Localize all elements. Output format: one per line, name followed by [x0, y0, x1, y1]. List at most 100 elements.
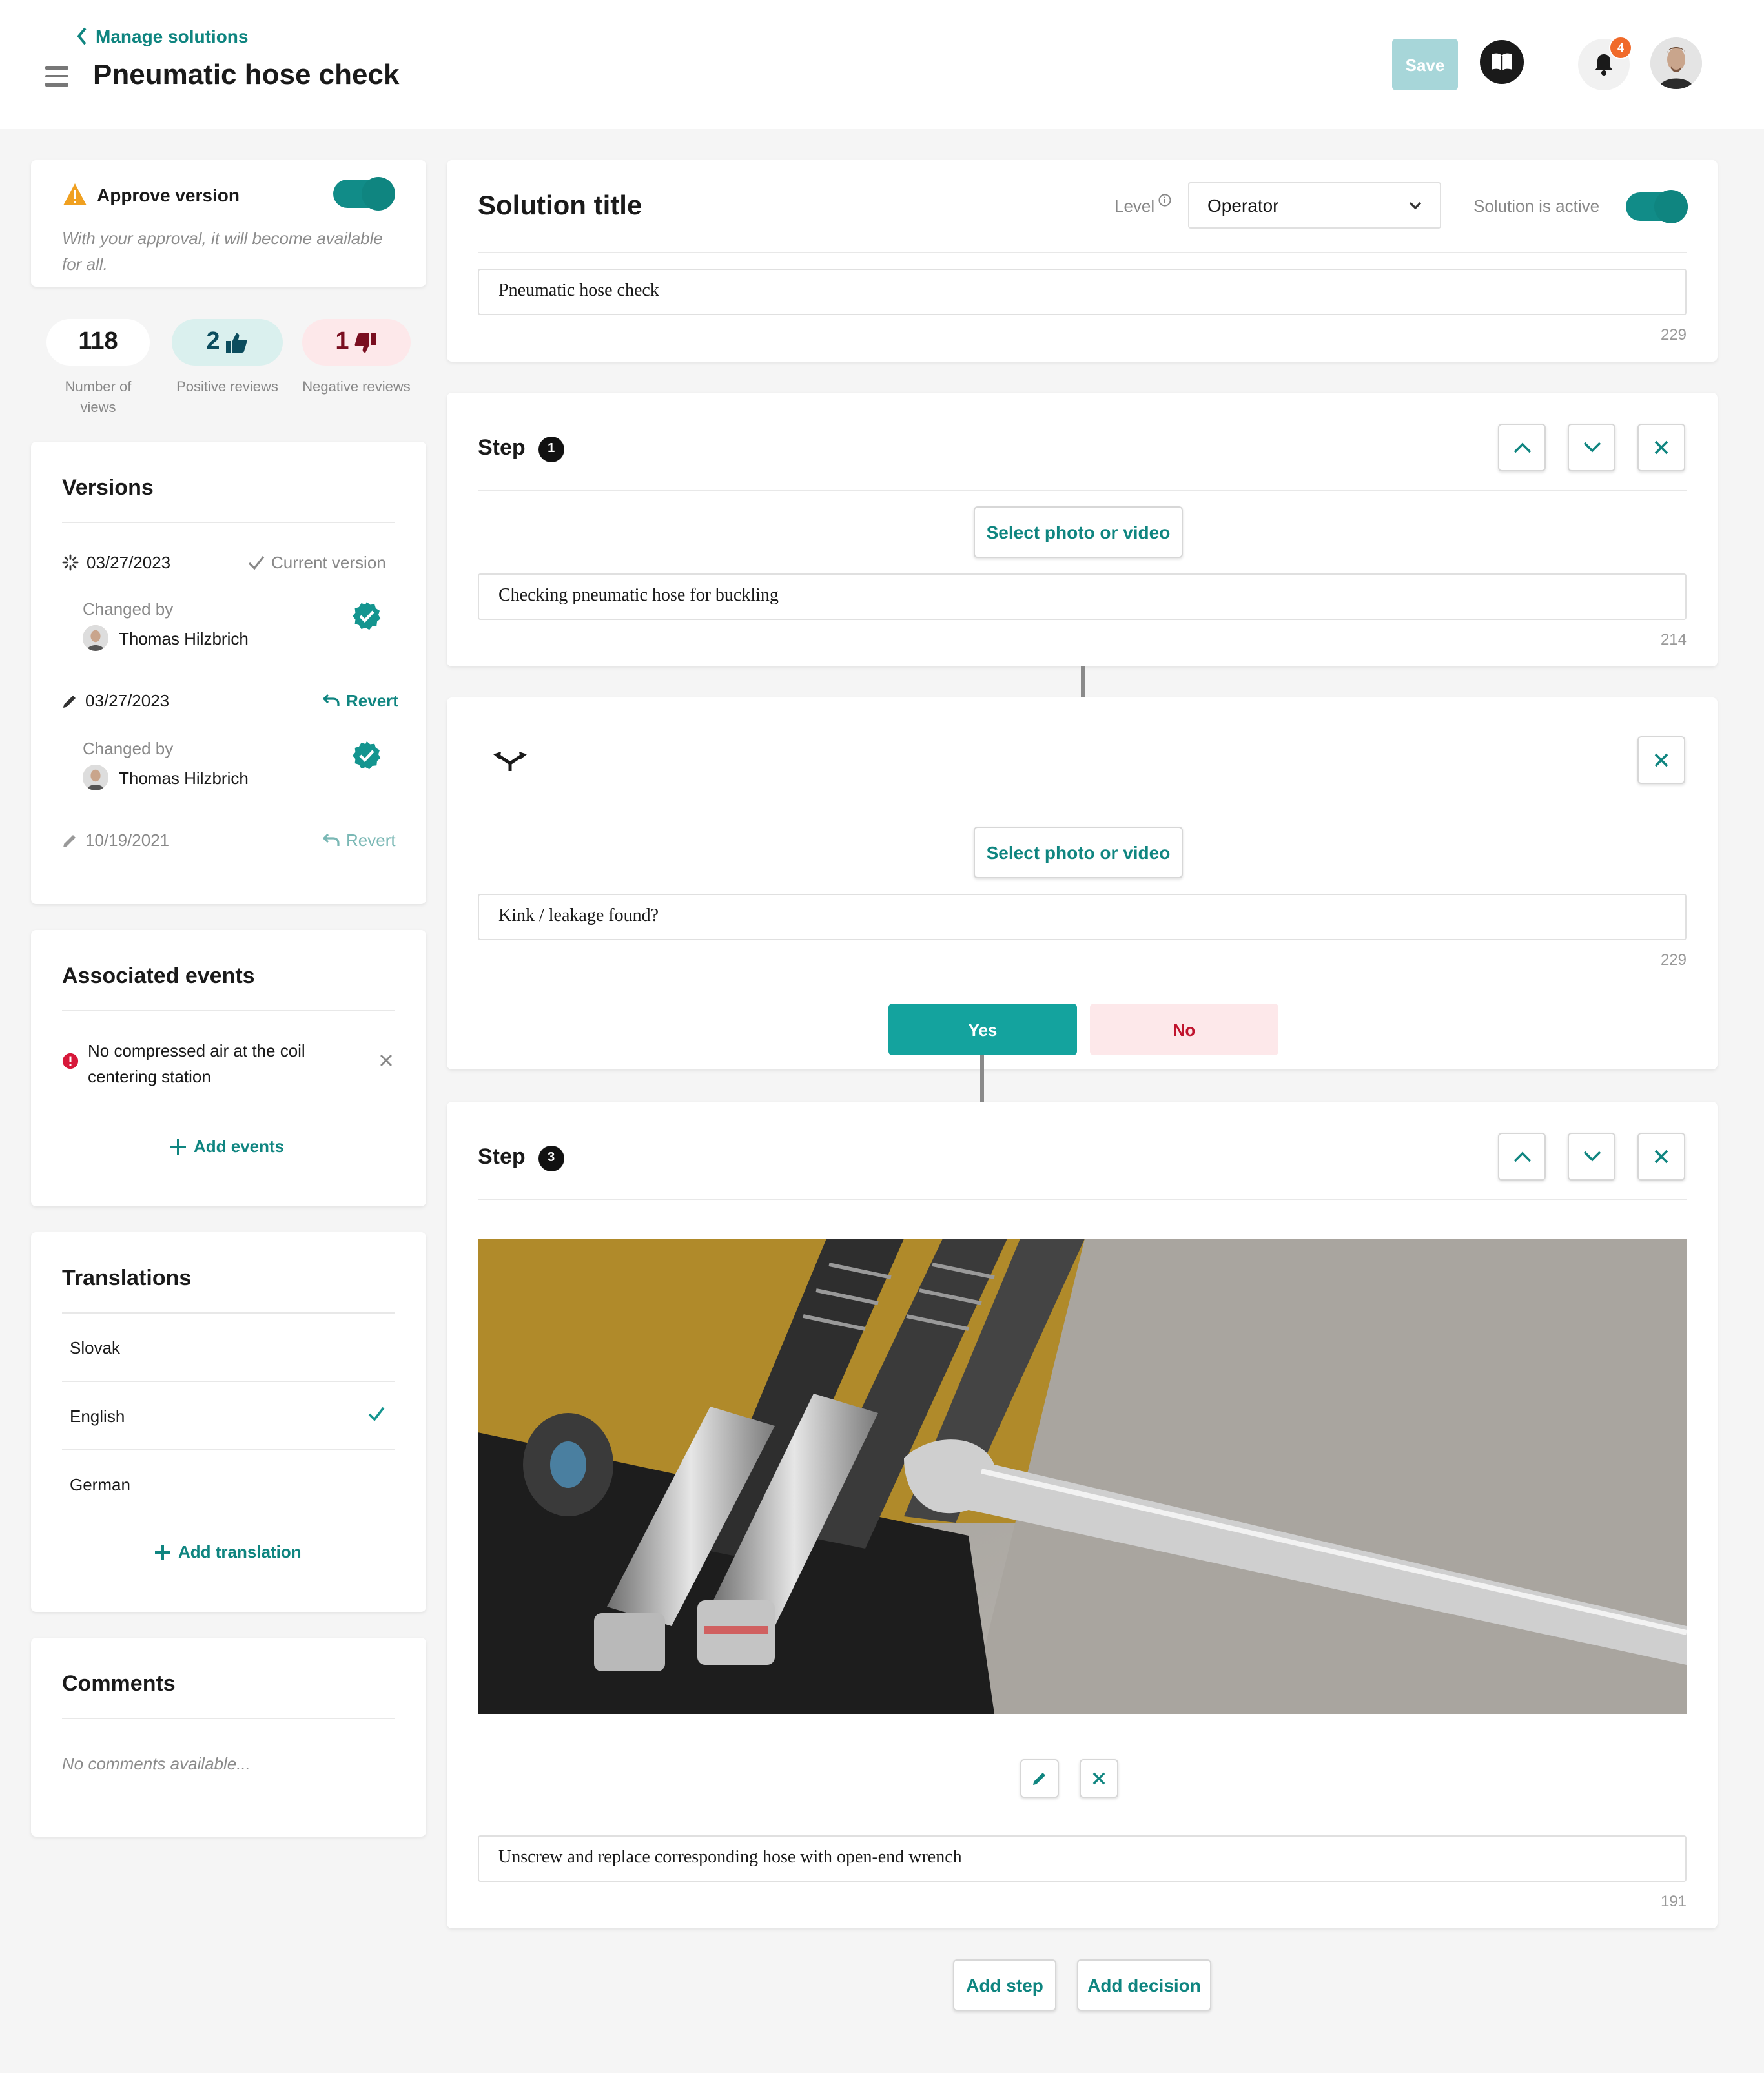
revert-button[interactable]: Revert — [323, 830, 396, 850]
comments-empty: No comments available... — [62, 1754, 251, 1773]
thumbs-down-icon — [355, 333, 376, 352]
translation-item-slovak[interactable]: Slovak — [70, 1338, 120, 1357]
verified-badge-icon — [353, 741, 381, 770]
current-version-label: Current version — [248, 553, 386, 572]
decision-text-input[interactable]: Kink / leakage found? — [478, 894, 1687, 940]
delete-decision-button[interactable] — [1637, 736, 1685, 784]
remove-photo-button[interactable] — [1080, 1759, 1118, 1798]
move-down-button[interactable] — [1568, 424, 1615, 471]
menu-icon[interactable] — [45, 66, 68, 91]
select-media-button[interactable]: Select photo or video — [974, 506, 1183, 558]
yes-connector — [980, 1055, 984, 1102]
step-text-input[interactable]: Unscrew and replace corresponding hose w… — [478, 1835, 1687, 1882]
comments-title: Comments — [62, 1671, 176, 1696]
user-avatar-small — [83, 625, 108, 651]
book-icon[interactable] — [1480, 40, 1524, 84]
decision-branch-icon — [493, 752, 527, 771]
info-icon — [1158, 194, 1171, 207]
translation-item-english[interactable]: English — [70, 1407, 125, 1426]
close-icon — [1654, 440, 1668, 455]
negative-label: Negative reviews — [302, 380, 411, 395]
no-branch-button[interactable]: No — [1090, 1004, 1278, 1055]
events-title: Associated events — [62, 964, 255, 988]
undo-icon — [323, 694, 340, 706]
events-card: Associated events No compressed air at t… — [31, 930, 426, 1206]
chevron-up-icon — [1513, 1151, 1531, 1162]
changed-by-label: Changed by — [83, 739, 174, 758]
solution-title-input[interactable]: Pneumatic hose check — [478, 269, 1687, 315]
negative-count: 1 — [335, 328, 349, 355]
thumbs-up-icon — [226, 333, 247, 352]
notification-count-badge: 4 — [1609, 36, 1632, 59]
pencil-icon — [63, 695, 76, 707]
delete-step-button[interactable] — [1637, 1133, 1685, 1181]
title-char-counter: 229 — [1660, 325, 1687, 344]
positive-label: Positive reviews — [176, 380, 278, 395]
check-icon — [248, 556, 265, 570]
step-number-badge: 1 — [538, 436, 564, 462]
step-text-input[interactable]: Checking pneumatic hose for buckling — [478, 573, 1687, 620]
error-icon — [62, 1053, 79, 1069]
version-date: 10/19/2021 — [62, 830, 169, 850]
version-user: Thomas Hilzbrich — [83, 625, 249, 651]
yes-branch-button[interactable]: Yes — [888, 1004, 1077, 1055]
chevron-down-icon — [1583, 1151, 1601, 1162]
edit-photo-button[interactable] — [1020, 1759, 1059, 1798]
pencil-icon — [1033, 1773, 1045, 1785]
negative-reviews-stat: 1 — [302, 319, 411, 366]
add-step-button[interactable]: Add step — [953, 1959, 1056, 2011]
changed-by-label: Changed by — [83, 599, 174, 619]
add-decision-button[interactable]: Add decision — [1077, 1959, 1211, 2011]
move-down-button[interactable] — [1568, 1133, 1615, 1181]
step-card-3: Step 3 Unscrew and replace corresponding… — [447, 1102, 1718, 1928]
plus-icon — [170, 1139, 186, 1154]
views-count: 118 — [78, 328, 118, 355]
warning-icon — [63, 183, 87, 205]
add-events-button[interactable]: Add events — [170, 1137, 284, 1156]
select-media-button[interactable]: Select photo or video — [974, 827, 1183, 878]
version-date: 03/27/2023 — [62, 691, 169, 710]
move-up-button[interactable] — [1498, 1133, 1546, 1181]
add-translation-button[interactable]: Add translation — [155, 1542, 302, 1562]
verified-badge-icon — [353, 602, 381, 630]
chevron-up-icon — [1513, 442, 1531, 453]
translation-item-german[interactable]: German — [70, 1475, 130, 1494]
views-label: Number of views — [65, 380, 132, 416]
check-icon — [368, 1407, 385, 1421]
step-card-1: Step 1 Select photo or video Checking pne… — [447, 393, 1718, 666]
close-icon — [1654, 1150, 1668, 1164]
revert-button[interactable]: Revert — [323, 691, 398, 710]
event-item-label: No compressed air at the coil centering … — [88, 1041, 305, 1086]
level-label: Level — [1114, 194, 1171, 216]
step-number-badge: 3 — [538, 1145, 564, 1171]
close-icon — [1654, 753, 1668, 767]
chevron-left-icon — [77, 27, 87, 45]
page-title: Pneumatic hose check — [93, 58, 400, 90]
version-date: 03/27/2023 — [62, 553, 170, 572]
level-select[interactable]: Operator — [1188, 182, 1441, 229]
step-char-counter: 191 — [1660, 1892, 1687, 1910]
step-photo — [478, 1239, 1687, 1714]
move-up-button[interactable] — [1498, 424, 1546, 471]
step-char-counter: 214 — [1660, 630, 1687, 648]
user-avatar-small — [83, 765, 108, 790]
versions-title: Versions — [62, 475, 154, 500]
translations-title: Translations — [62, 1266, 192, 1290]
delete-step-button[interactable] — [1637, 424, 1685, 471]
notifications-button[interactable]: 4 — [1578, 36, 1632, 90]
close-icon[interactable] — [380, 1054, 393, 1067]
versions-card: Versions 03/27/2023 Current version Chan… — [31, 442, 426, 904]
save-button[interactable]: Save — [1392, 39, 1458, 90]
translations-card: Translations Slovak English German Add t… — [31, 1232, 426, 1612]
approve-title: Approve version — [97, 185, 240, 205]
step-heading: Step 1 — [478, 435, 564, 462]
active-label: Solution is active — [1473, 196, 1600, 216]
plus-icon — [155, 1544, 170, 1560]
chevron-down-icon — [1409, 201, 1422, 209]
active-toggle[interactable] — [1626, 190, 1688, 223]
approve-card: Approve version With your approval, it w… — [31, 160, 426, 287]
back-link[interactable]: Manage solutions — [75, 26, 248, 46]
step-connector — [1081, 666, 1085, 697]
approve-toggle[interactable] — [333, 177, 395, 211]
user-avatar[interactable] — [1650, 37, 1702, 89]
